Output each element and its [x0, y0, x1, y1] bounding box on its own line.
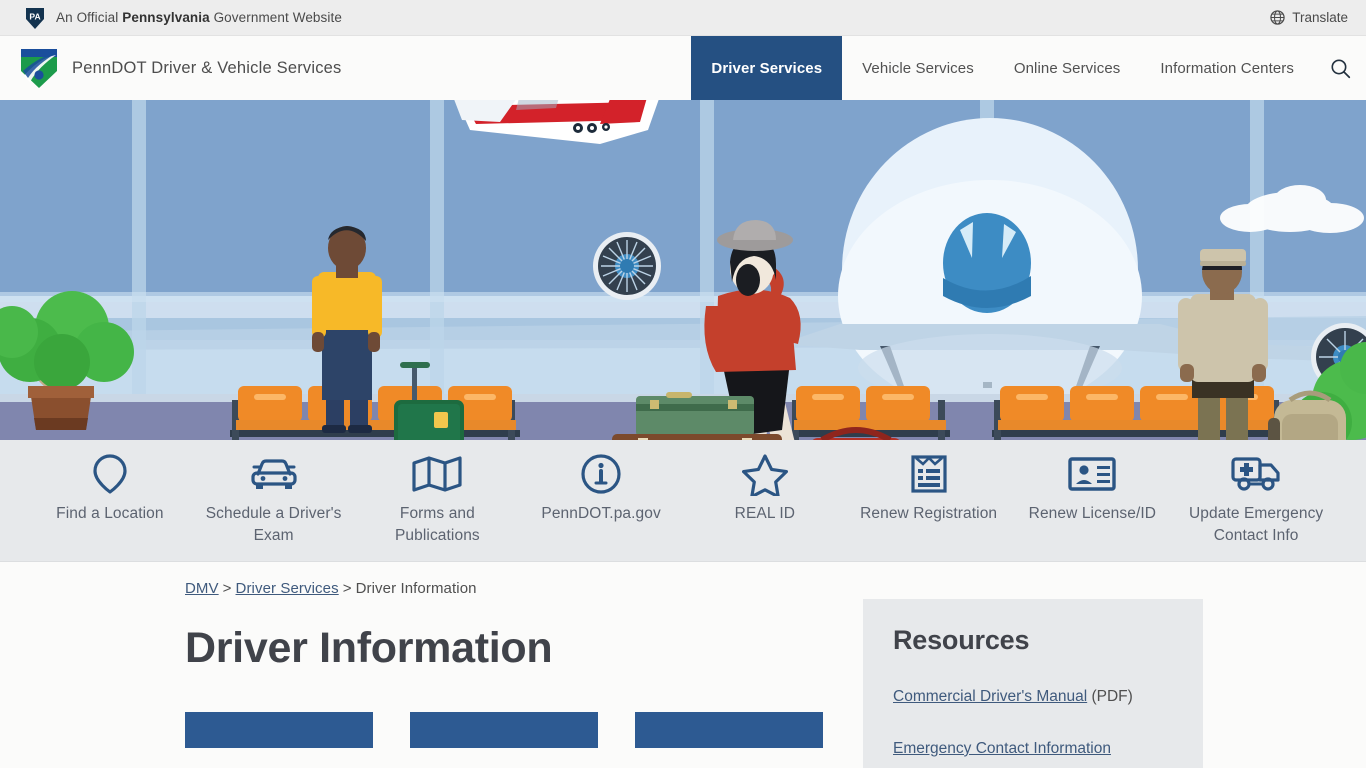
quicklink-real-id[interactable]: REAL ID	[683, 452, 847, 525]
svg-text:PA: PA	[29, 11, 40, 21]
jet-engine-left	[593, 232, 661, 300]
content-columns: Driver Information Resources Commercial …	[0, 599, 1366, 768]
quicklink-label: Find a Location	[56, 505, 164, 522]
quicklink-label: Forms and Publications	[394, 505, 480, 544]
quicklink-label: Schedule a Driver's Exam	[205, 505, 342, 544]
nav-item-driver-services[interactable]: Driver Services	[691, 36, 843, 100]
resource-suffix-pdf: (PDF)	[1087, 688, 1133, 705]
gov-banner-left: PA An Official Pennsylvania Government W…	[24, 6, 342, 30]
hero-illustration	[0, 100, 1366, 440]
resources-title: Resources	[893, 625, 1030, 655]
translate-button[interactable]: Translate	[1270, 10, 1348, 25]
id-card-icon	[1066, 452, 1118, 496]
main-navigation: Driver Services Vehicle Services Online …	[691, 36, 1366, 100]
nav-item-vehicle-services[interactable]: Vehicle Services	[842, 36, 994, 100]
feature-card-2[interactable]	[410, 712, 598, 748]
quicklink-label: Renew License/ID	[1028, 505, 1157, 522]
airport-scene-svg	[0, 100, 1366, 440]
quicklink-label: REAL ID	[734, 505, 796, 522]
gov-text-prefix: An Official	[56, 10, 123, 25]
official-government-banner: PA An Official Pennsylvania Government W…	[0, 0, 1366, 36]
quicklink-schedule-a-drivers-exam[interactable]: Schedule a Driver's Exam	[192, 452, 356, 547]
info-circle-icon	[579, 452, 623, 496]
page-title: Driver Information	[185, 624, 553, 672]
quicklink-label: Update Emergency Contact Info	[1188, 505, 1324, 544]
quicklink-label: PennDOT.pa.gov	[541, 505, 661, 522]
breadcrumb-link-dmv[interactable]: DMV	[185, 580, 219, 597]
ambulance-icon	[1229, 452, 1283, 496]
resource-item: Commercial Driver's Manual (PDF)	[893, 686, 1173, 708]
page-content: DMV > Driver Services > Driver Information D…	[0, 562, 1366, 768]
map-folded-icon	[410, 452, 464, 496]
feature-card-1[interactable]	[185, 712, 373, 748]
brand-home-link[interactable]: PennDOT Driver & Vehicle Services	[0, 36, 341, 100]
pa-keystone-icon: PA	[24, 6, 46, 30]
breadcrumb-separator: >	[222, 580, 232, 597]
nav-item-information-centers[interactable]: Information Centers	[1140, 36, 1314, 100]
map-pin-icon	[90, 452, 130, 496]
resource-link-emergency-contact-information[interactable]: Emergency Contact Information	[893, 740, 1111, 757]
breadcrumb-current: Driver Information	[355, 580, 477, 597]
quicklink-update-emergency-contact-info[interactable]: Update Emergency Contact Info	[1174, 452, 1338, 547]
gov-text-suffix: Government Website	[209, 10, 342, 25]
penndot-keystone-logo	[18, 46, 60, 90]
resources-panel: Resources Commercial Driver's Manual (PD…	[863, 599, 1203, 768]
quicklink-penndot-pa-gov[interactable]: PennDOT.pa.gov	[519, 452, 683, 525]
gov-text-state: Pennsylvania	[122, 10, 210, 25]
site-header: PennDOT Driver & Vehicle Services Driver…	[0, 36, 1366, 100]
quicklink-find-a-location[interactable]: Find a Location	[28, 452, 192, 525]
quicklink-forms-and-publications[interactable]: Forms and Publications	[356, 452, 520, 547]
resource-link-commercial-drivers-manual[interactable]: Commercial Driver's Manual	[893, 688, 1087, 705]
nav-item-online-services[interactable]: Online Services	[994, 36, 1141, 100]
feature-card-3[interactable]	[635, 712, 823, 748]
clipboard-list-icon	[908, 452, 950, 496]
quicklink-renew-registration[interactable]: Renew Registration	[847, 452, 1011, 525]
breadcrumb-separator: >	[342, 580, 352, 597]
translate-label: Translate	[1292, 10, 1348, 25]
resource-item: Emergency Contact Information	[893, 738, 1173, 760]
globe-icon	[1270, 10, 1285, 25]
main-column: Driver Information	[185, 623, 823, 768]
breadcrumb-link-driver-services[interactable]: Driver Services	[236, 580, 339, 597]
quicklink-renew-license-id[interactable]: Renew License/ID	[1011, 452, 1175, 525]
breadcrumb: DMV > Driver Services > Driver Information	[0, 580, 1366, 597]
car-icon	[248, 452, 300, 496]
brand-title: PennDOT Driver & Vehicle Services	[72, 58, 342, 77]
gov-banner-text: An Official Pennsylvania Government Webs…	[56, 10, 342, 25]
search-icon[interactable]	[1314, 36, 1366, 100]
feature-card-row	[185, 712, 823, 748]
quick-links-strip: Find a Location Schedule a Driver's Exam	[0, 440, 1366, 562]
star-icon	[741, 452, 788, 496]
quicklink-label: Renew Registration	[860, 505, 998, 522]
